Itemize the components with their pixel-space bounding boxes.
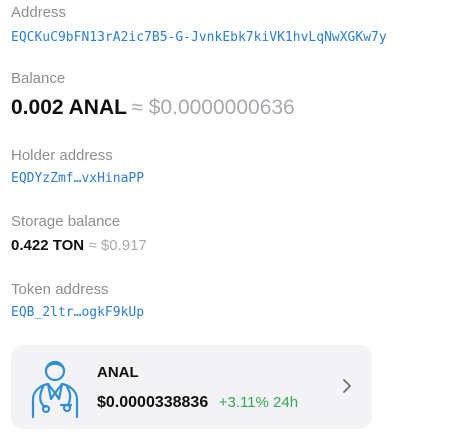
address-label: Address [11,4,67,21]
balance-label: Balance [11,70,66,87]
token-price-row: $0.0000338836 +3.11% 24h [97,393,298,413]
balance-amount: 0.002 ANAL [11,96,127,119]
balance-row: 0.002 ANAL ≈ $0.0000000636 [11,95,295,123]
chevron-right-icon [343,379,351,393]
token-price: $0.0000338836 [97,394,209,411]
holder-address-label: Holder address [11,147,113,164]
token-name: ANAL [97,364,139,381]
token-address-label: Token address [11,281,109,298]
token-address-link[interactable]: EQB_2ltr…ogkF9kUp [11,304,144,322]
token-change-24h: +3.11% 24h [218,394,299,411]
storage-balance-fiat-value: ≈ $0.917 [88,237,147,254]
storage-balance-label: Storage balance [11,213,121,230]
storage-balance-row: 0.422 TON ≈ $0.917 [11,236,147,256]
token-card[interactable]: ANAL $0.0000338836 +3.11% 24h [11,345,372,429]
address-link[interactable]: EQCKuC9bFN13rA2ic7B5-G-JvnkEbk7kiVK1hvLq… [11,29,387,47]
balance-fiat-value: ≈ $0.0000000636 [131,96,295,119]
storage-balance-amount: 0.422 TON [11,237,85,254]
doctor-icon [31,360,79,419]
holder-address-link[interactable]: EQDYzZmf…vxHinaPP [11,170,144,188]
